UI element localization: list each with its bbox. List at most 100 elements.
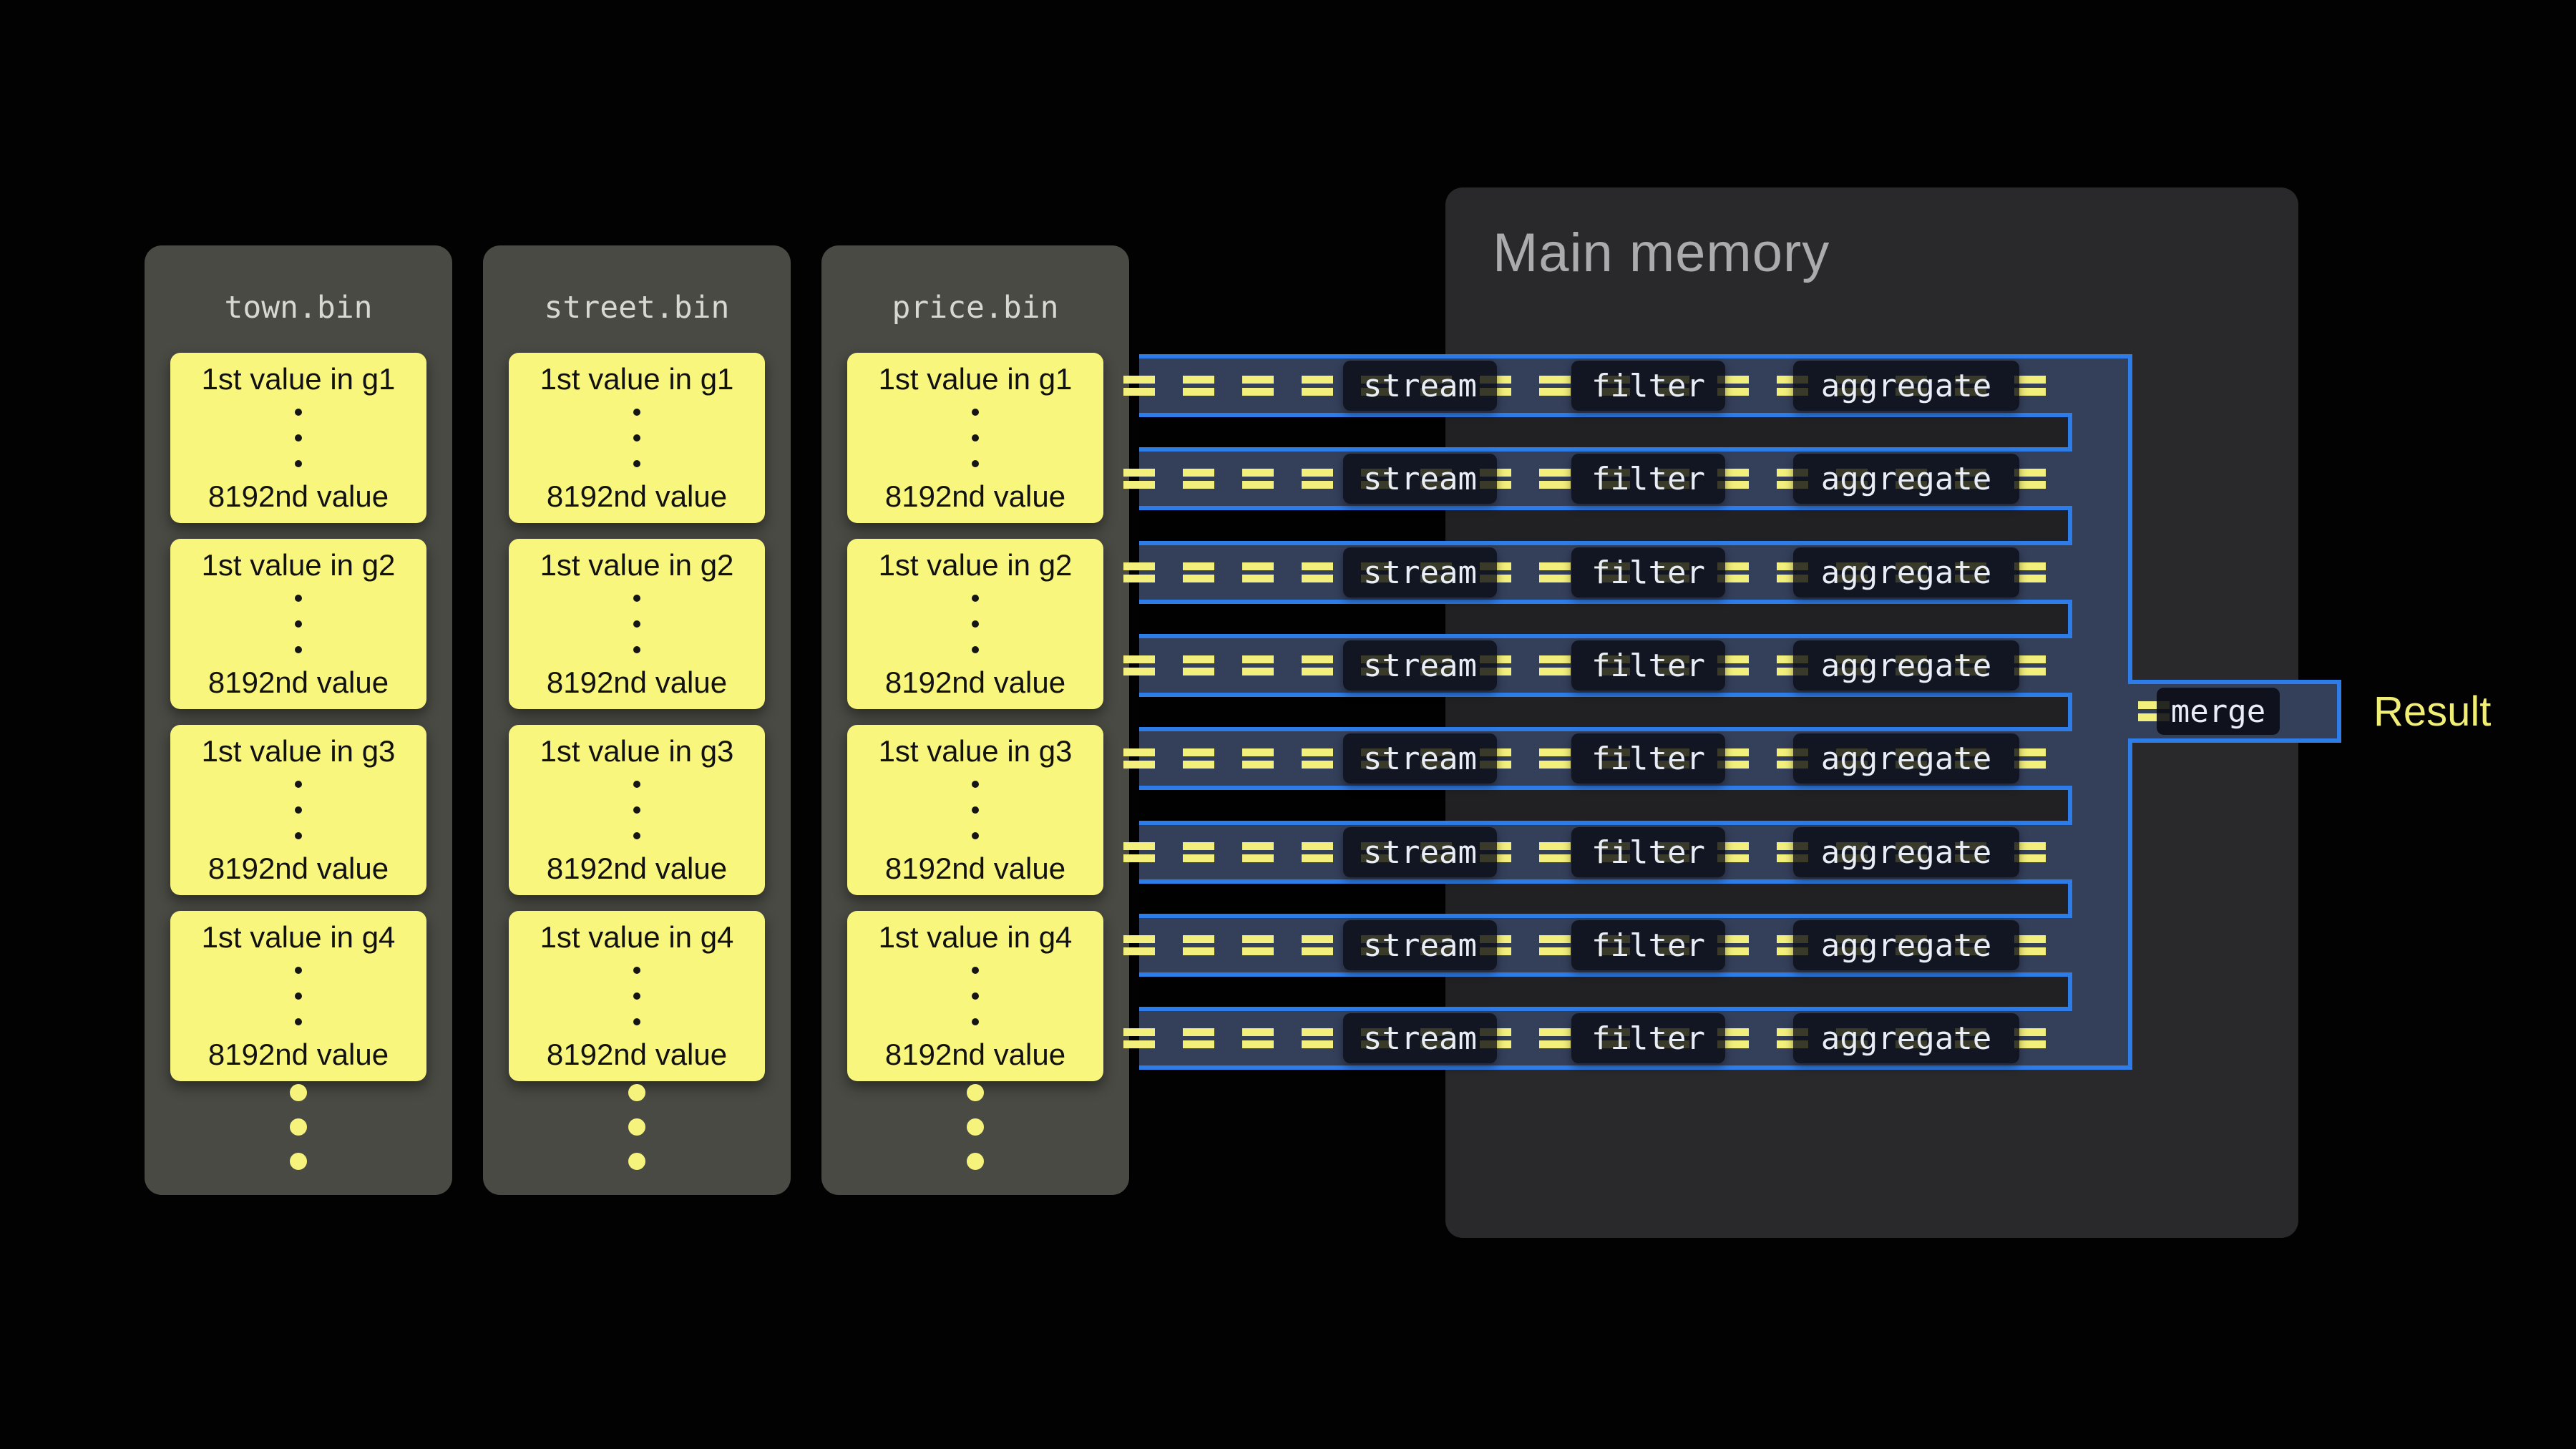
value-group-block: 1st value in g1 8192nd value [170,353,426,523]
group-first-value-label: 1st value in g1 [202,361,396,397]
dataflow-equals-icon [1242,935,1274,955]
ellipsis-dot [972,832,979,839]
dataflow-equals-icon [1539,842,1571,862]
dataflow-equals-icon [1123,748,1155,769]
ellipsis-dot [633,967,640,974]
dataflow-equals-icon [1302,842,1333,862]
group-last-value-label: 8192nd value [208,479,389,514]
stage-box-stream: stream [1343,1013,1497,1063]
dataflow-equals-icon [1242,1028,1274,1048]
stage-box-stream: stream [1343,361,1497,411]
pipeline-row: streamfilteraggregate [1139,821,2072,884]
dataflow-equals-icon [1302,376,1333,396]
ellipsis-icon [972,595,979,653]
dataflow-equals-icon [1302,469,1333,489]
merge-lane: merge [2128,680,2341,743]
dataflow-equals-icon [1539,469,1571,489]
ellipsis-dot [295,806,302,814]
group-last-value-label: 8192nd value [208,851,389,887]
dataflow-equals-icon [1242,655,1274,675]
pipeline-row: streamfilteraggregate [1139,634,2072,697]
stage-box-aggregate: aggregate [1793,1013,2019,1063]
file-column-price-bin: price.bin 1st value in g1 8192nd value 1st … [821,245,1129,1195]
dataflow-equals-icon [1302,655,1333,675]
ellipsis-dot [295,832,302,839]
ellipsis-dot [967,1084,984,1101]
ellipsis-dot [967,1153,984,1170]
dataflow-equals-icon [1539,1028,1571,1048]
stage-box-filter: filter [1571,361,1725,411]
ellipsis-dot [972,967,979,974]
stage-box-aggregate: aggregate [1793,827,2019,877]
dataflow-equals-icon [1242,376,1274,396]
stage-box-stream: stream [1343,920,1497,970]
pipeline-row: streamfilteraggregate [1139,541,2072,604]
file-column-street-bin: street.bin 1st value in g18192nd value 1st… [483,245,791,1195]
value-group-block: 1st value in g28192nd value [170,539,426,709]
group-first-value-label: 1st value in g2 [202,547,396,583]
dataflow-equals-icon [1302,1028,1333,1048]
stage-box-aggregate: aggregate [1793,920,2019,970]
group-first-value-label: 1st value in g3 [879,733,1073,769]
ellipsis-dot [628,1153,645,1170]
stage-box-filter: filter [1571,547,1725,597]
ellipsis-icon [295,967,302,1025]
dataflow-equals-icon [1183,562,1214,582]
dataflow-equals-icon [1539,562,1571,582]
dataflow-equals-icon [1123,1028,1155,1048]
dataflow-equals-icon [1183,376,1214,396]
dataflow-equals-icon [1183,748,1214,769]
ellipsis-dot [633,832,640,839]
ellipsis-dot [967,1118,984,1136]
group-first-value-label: 1st value in g3 [202,733,396,769]
stage-box-aggregate: aggregate [1793,547,2019,597]
dataflow-equals-icon [1539,376,1571,396]
group-last-value-label: 8192nd value [547,1037,727,1073]
stage-box-stream: stream [1343,640,1497,691]
group-last-value-label: 8192nd value [885,851,1065,887]
group-first-value-label: 1st value in g4 [540,919,734,955]
dataflow-equals-icon [1302,562,1333,582]
pipeline-connector [1139,879,2072,918]
dataflow-equals-icon [1302,748,1333,769]
group-last-value-label: 8192nd value [885,665,1065,701]
dataflow-equals-icon [1183,469,1214,489]
dataflow-equals-icon [1242,748,1274,769]
dataflow-equals-icon [1123,935,1155,955]
value-group-block: 1st value in g18192nd value [509,353,765,523]
dataflow-equals-icon [1183,655,1214,675]
group-first-value-label: 1st value in g4 [879,919,1073,955]
dataflow-equals-icon [1242,469,1274,489]
stage-box-filter: filter [1571,454,1725,504]
group-last-value-label: 8192nd value [547,665,727,701]
ellipsis-dot [290,1084,307,1101]
group-last-value-label: 8192nd value [885,1037,1065,1073]
ellipsis-icon [972,781,979,839]
ellipsis-dot [295,620,302,628]
stage-box-filter: filter [1571,640,1725,691]
dataflow-equals-icon [1123,562,1155,582]
ellipsis-dot [295,967,302,974]
dataflow-equals-icon [1183,1028,1214,1048]
ellipsis-dot [972,460,979,467]
group-first-value-label: 1st value in g1 [879,361,1073,397]
more-groups-ellipsis-icon [483,1084,791,1170]
ellipsis-dot [295,595,302,602]
ellipsis-dot [633,992,640,1000]
pipeline-connector [1139,972,2072,1011]
stage-box-aggregate: aggregate [1793,733,2019,784]
more-groups-ellipsis-icon [821,1084,1129,1170]
ellipsis-dot [633,460,640,467]
ellipsis-dot [633,646,640,653]
ellipsis-dot [972,646,979,653]
stage-box-aggregate: aggregate [1793,454,2019,504]
pipeline-connector [1139,600,2072,638]
ellipsis-icon [972,967,979,1025]
file-column-town-bin: town.bin1st value in g18192nd value1st v… [145,245,452,1195]
dataflow-equals-icon [1539,935,1571,955]
file-column-title: street.bin [483,290,791,326]
ellipsis-dot [633,409,640,416]
ellipsis-icon [295,781,302,839]
file-column-title: price.bin [821,290,1129,326]
ellipsis-dot [633,806,640,814]
